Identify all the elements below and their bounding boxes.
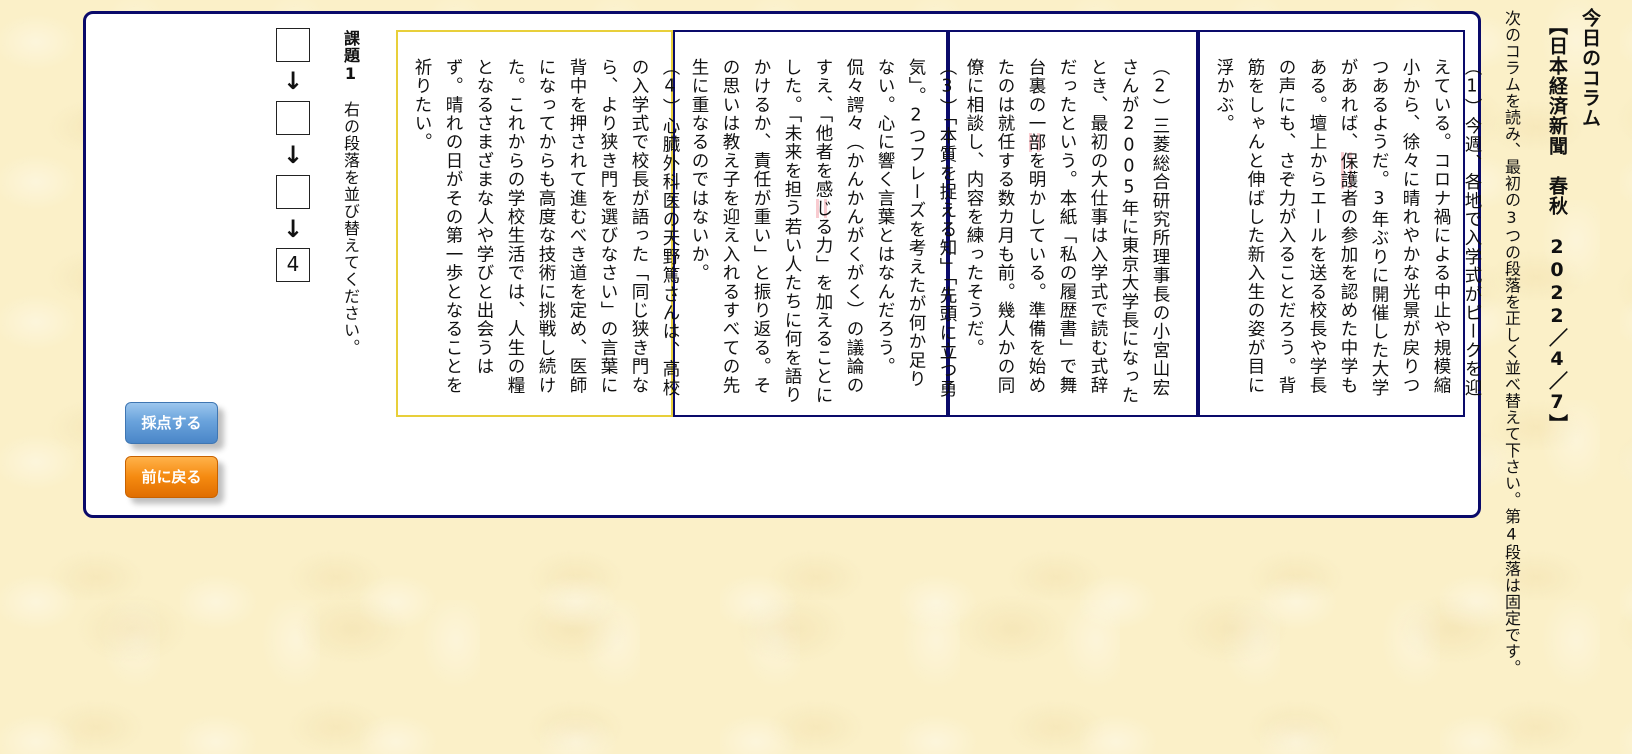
back-button[interactable]: 前に戻る: [125, 456, 218, 498]
paragraph-highlight-1: 保護: [1338, 151, 1358, 189]
paragraph-card-2[interactable]: （2）三菱総合研究所理事長の小宮山宏さんが2005年に東京大学長になったとき、最…: [948, 30, 1198, 417]
paragraph-text-2: （2）三菱総合研究所理事長の小宮山宏さんが2005年に東京大学長になったとき、最…: [964, 58, 1170, 405]
task-number: 課題1: [341, 30, 360, 84]
order-slot-1[interactable]: [276, 28, 310, 62]
paragraph-highlight-2: 部: [1026, 132, 1046, 152]
order-slot-4-fixed: 4: [276, 248, 310, 282]
paragraph-text-3: （3）「本質を捉える知」「先頭に立つ勇気」。2つフレーズを考えたが何か足りない。…: [689, 58, 957, 405]
quiz-panel: （1）今週、各地で入学式がピークを迎えている。コロナ禍による中止や規模縮小から、…: [83, 11, 1482, 518]
down-arrow-icon: ↓: [282, 141, 304, 169]
paragraph-card-1[interactable]: （1）今週、各地で入学式がピークを迎えている。コロナ禍による中止や規模縮小から、…: [1198, 30, 1482, 417]
instruction-text: 次のコラムを読み、最初の3つの段落を正しく並べ替えて下さい。第4段落は固定です。: [1502, 10, 1521, 676]
order-slot-3[interactable]: [276, 175, 310, 209]
column-title: 今日のコラム: [1579, 8, 1601, 128]
down-arrow-icon: ↓: [282, 215, 304, 243]
task-label: 課題1 右の段落を並び替えてください。: [339, 30, 361, 356]
down-arrow-icon: ↓: [282, 67, 304, 95]
task-instruction: 右の段落を並び替えてください。: [341, 101, 360, 356]
paragraph-card-3[interactable]: （3）「本質を捉える知」「先頭に立つ勇気」。2つフレーズを考えたが何か足りない。…: [673, 30, 957, 417]
paragraph-text-1: （1）今週、各地で入学式がピークを迎えている。コロナ禍による中止や規模縮小から、…: [1214, 58, 1482, 398]
paragraph-card-4-fixed: （4）心臓外科医の天野篤さんは、高校の入学式で校長が語った「同じ狭き門なら、より…: [396, 30, 680, 417]
score-button[interactable]: 採点する: [125, 402, 218, 444]
column-source: 【日本経済新聞 春秋 2022／4／7】: [1546, 16, 1568, 434]
paragraph-highlight-3: じ: [813, 198, 833, 218]
order-slot-2[interactable]: [276, 101, 310, 135]
paragraph-text-4: （4）心臓外科医の天野篤さんは、高校の入学式で校長が語った「同じ狭き門なら、より…: [412, 58, 680, 398]
